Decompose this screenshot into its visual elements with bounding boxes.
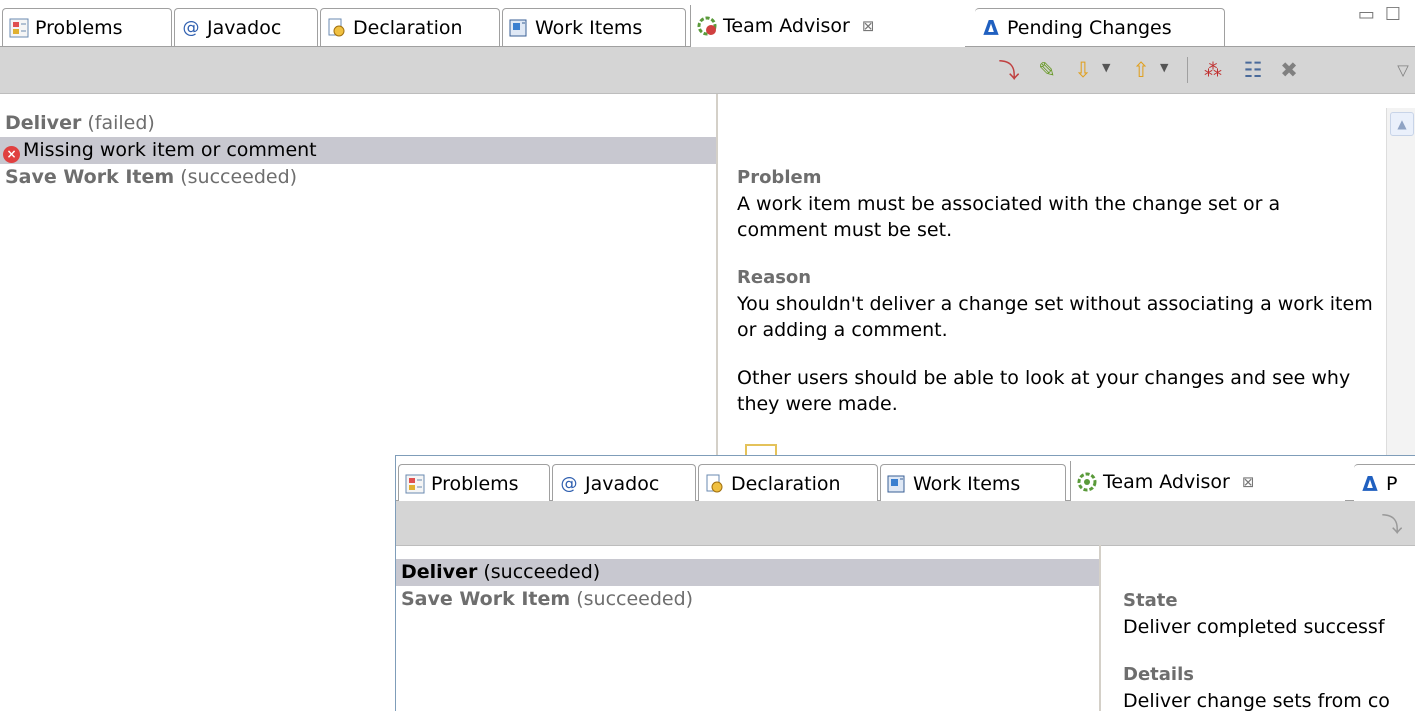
tab-label: Declaration xyxy=(353,16,463,39)
tab-work-items[interactable]: Work Items xyxy=(880,464,1066,502)
tab-label: P xyxy=(1386,472,1398,495)
tab-label: Javadoc xyxy=(585,472,660,495)
details-text: Deliver change sets from co xyxy=(1123,690,1390,711)
view-tab-bar: Problems @ Javadoc Declaration Work Item… xyxy=(0,0,1415,47)
reason-text: You shouldn't deliver a change set witho… xyxy=(737,293,1373,341)
tab-label: Problems xyxy=(35,16,123,39)
tab-label: Work Items xyxy=(913,472,1021,495)
pending-changes-icon: Δ xyxy=(1362,471,1378,496)
item-name: Save Work Item xyxy=(401,588,571,610)
declaration-icon xyxy=(704,473,726,495)
item-name: Save Work Item xyxy=(5,166,175,188)
close-tab-icon[interactable]: ⊠ xyxy=(862,17,875,35)
previous-dropdown-icon[interactable]: ▼ xyxy=(1160,61,1168,74)
rerun-icon[interactable]: ⤵ xyxy=(996,57,1022,83)
advisor-tree: Deliver (succeeded) Save Work Item (succ… xyxy=(396,559,1099,711)
tree-item-save-work-item[interactable]: Save Work Item (succeeded) xyxy=(396,586,1099,613)
item-name: Deliver xyxy=(5,112,82,134)
rerun-icon[interactable]: ⤵ xyxy=(1379,511,1405,537)
item-status: (succeeded) xyxy=(180,166,298,188)
tab-declaration[interactable]: Declaration xyxy=(320,8,500,46)
tree-item-deliver[interactable]: Deliver (succeeded) xyxy=(396,559,1099,586)
declaration-icon xyxy=(326,17,348,39)
tab-team-advisor[interactable]: Team Advisor ⊠ xyxy=(1070,461,1345,503)
tab-label: Team Advisor xyxy=(1103,471,1230,493)
tree-item-save-work-item[interactable]: Save Work Item (succeeded) xyxy=(0,164,716,191)
team-advisor-icon xyxy=(696,15,718,37)
problem-text: A work item must be associated with the … xyxy=(737,193,1281,241)
tab-label: Problems xyxy=(431,472,519,495)
hierarchy-icon[interactable]: ☷ xyxy=(1240,57,1266,83)
error-icon: × xyxy=(3,146,20,163)
other-text: Other users should be able to look at yo… xyxy=(737,367,1351,415)
show-errors-icon[interactable]: ⁂ xyxy=(1200,57,1226,83)
tab-label: Javadoc xyxy=(207,16,282,39)
tree-item-deliver[interactable]: Deliver (failed) xyxy=(0,110,716,137)
tab-team-advisor[interactable]: Team Advisor ⊠ xyxy=(690,5,965,47)
previous-icon[interactable]: ⇧ xyxy=(1128,57,1154,83)
reason-heading: Reason xyxy=(737,267,812,288)
team-advisor-view-success: Problems @ Javadoc Declaration Work Item… xyxy=(395,455,1415,711)
tree-item-missing-work-item[interactable]: × Missing work item or comment xyxy=(0,137,716,164)
view-menu-icon[interactable]: ▽ xyxy=(1390,57,1415,83)
work-items-icon xyxy=(508,17,530,39)
minimize-icon[interactable]: ▭ xyxy=(1358,4,1385,25)
work-items-icon xyxy=(886,473,908,495)
view-tab-bar: Problems @ Javadoc Declaration Work Item… xyxy=(396,456,1415,503)
tab-problems[interactable]: Problems xyxy=(398,464,550,502)
tab-declaration[interactable]: Declaration xyxy=(698,464,878,502)
tab-label: Pending Changes xyxy=(1007,16,1172,39)
tab-pending-changes[interactable]: Δ P xyxy=(1354,464,1415,502)
tab-work-items[interactable]: Work Items xyxy=(502,8,686,46)
details-heading: Details xyxy=(1123,664,1194,685)
item-status: (succeeded) xyxy=(483,561,601,583)
view-toolbar: ⤵ xyxy=(396,501,1415,546)
quick-fix-icon[interactable]: ✎ xyxy=(1034,57,1060,83)
toolbar-separator xyxy=(1187,57,1188,83)
pane-divider[interactable] xyxy=(1099,545,1101,711)
state-text: Deliver completed successf xyxy=(1123,616,1385,638)
item-status: (failed) xyxy=(87,112,155,134)
problems-icon xyxy=(404,473,426,495)
next-dropdown-icon[interactable]: ▼ xyxy=(1102,61,1110,74)
tab-javadoc[interactable]: @ Javadoc xyxy=(174,8,318,46)
state-heading: State xyxy=(1123,590,1178,611)
tab-label: Team Advisor xyxy=(723,15,850,37)
advisor-details: State Deliver completed successf Details… xyxy=(1123,588,1415,711)
javadoc-icon: @ xyxy=(560,473,578,494)
item-label: Missing work item or comment xyxy=(23,139,317,161)
tab-label: Declaration xyxy=(731,472,841,495)
problem-heading: Problem xyxy=(737,167,822,188)
view-toolbar: ⤵ ✎ ⇩ ▼ ⇧ ▼ ⁂ ☷ ✖ ▽ xyxy=(0,47,1415,94)
tab-pending-changes[interactable]: Δ Pending Changes xyxy=(975,8,1225,46)
next-icon[interactable]: ⇩ xyxy=(1070,57,1096,83)
window-controls: ▭☐ xyxy=(1358,4,1411,25)
team-advisor-icon xyxy=(1076,471,1098,493)
maximize-icon[interactable]: ☐ xyxy=(1385,4,1411,25)
item-status: (succeeded) xyxy=(576,588,694,610)
advisor-details: Problem A work item must be associated w… xyxy=(737,165,1377,439)
pending-changes-icon: Δ xyxy=(983,15,999,40)
tab-javadoc[interactable]: @ Javadoc xyxy=(552,464,696,502)
tab-problems[interactable]: Problems xyxy=(2,8,172,46)
problems-icon xyxy=(8,17,30,39)
item-name: Deliver xyxy=(401,561,478,583)
remove-all-icon[interactable]: ✖ xyxy=(1276,57,1302,83)
javadoc-icon: @ xyxy=(182,17,200,38)
close-tab-icon[interactable]: ⊠ xyxy=(1242,473,1255,491)
tab-label: Work Items xyxy=(535,16,643,39)
scroll-up-icon[interactable]: ▲ xyxy=(1390,112,1414,136)
